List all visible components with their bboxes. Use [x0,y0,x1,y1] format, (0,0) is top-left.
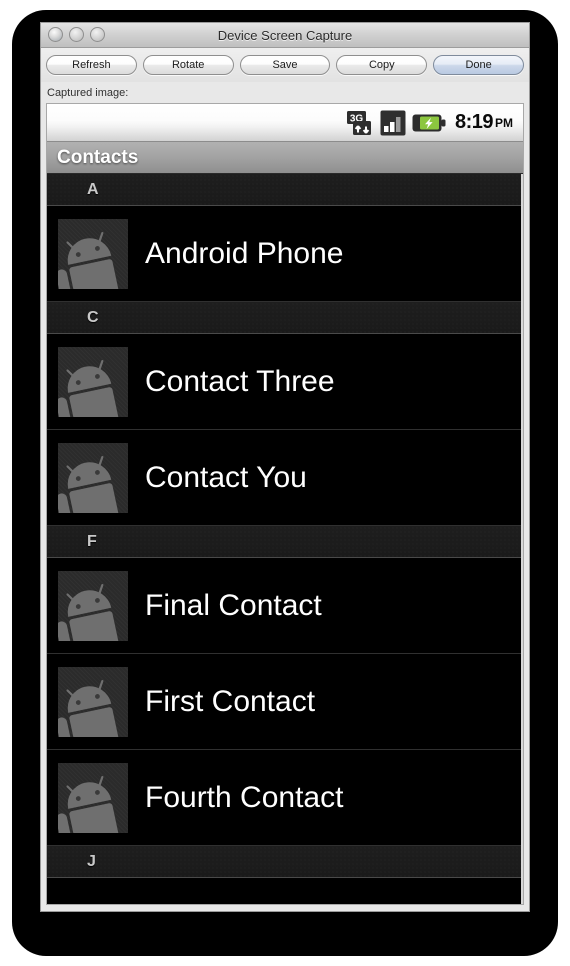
captured-device-screen: 3G 8:19 PM Contacts A Android Phone C Co… [46,103,524,905]
refresh-button[interactable]: Refresh [46,55,137,75]
contact-name: Contact You [145,460,307,494]
contact-row[interactable]: Final Contact [47,558,521,654]
contact-name: Android Phone [145,236,344,270]
contact-name: Contact Three [145,364,335,398]
zoom-button-icon[interactable] [90,27,105,42]
android-robot-avatar-icon [58,762,128,833]
contact-row[interactable]: Fourth Contact [47,750,521,846]
signal-bars-icon [380,110,406,135]
contact-name: Fourth Contact [145,780,344,814]
3g-data-icon: 3G [346,110,371,135]
section-letter: C [87,308,99,326]
section-letter: A [87,180,99,198]
android-robot-avatar-icon [58,570,128,641]
contact-row[interactable]: Contact You [47,430,521,526]
captured-image-label: Captured image: [47,86,129,99]
save-button[interactable]: Save [239,55,331,75]
section-header-c: C [47,302,521,334]
contact-name: Final Contact [145,588,322,622]
android-status-bar: 3G 8:19 PM [47,104,523,142]
contact-name: First Contact [145,684,316,718]
battery-charging-icon [412,114,446,131]
minimize-button-icon[interactable] [69,27,84,42]
status-bar-icons: 3G [346,110,446,136]
window-titlebar[interactable]: Device Screen Capture [41,23,529,48]
contact-row[interactable]: Contact Three [47,334,521,430]
done-button[interactable]: Done [433,55,524,75]
captured-image-label-row: Captured image: [41,82,529,103]
contacts-app-titlebar: Contacts [47,142,523,174]
contact-row[interactable]: Android Phone [47,206,521,302]
contacts-app-title: Contacts [57,146,139,168]
close-button-icon[interactable] [48,27,63,42]
section-letter: J [87,852,96,870]
rotate-button[interactable]: Rotate [142,55,234,75]
section-header-j: J [47,846,521,878]
device-screen-capture-window: Device Screen Capture Refresh Rotate Sav… [40,22,530,912]
contact-row[interactable]: First Contact [47,654,521,750]
section-header-a: A [47,174,521,206]
traffic-lights [48,27,105,42]
status-bar-ampm: PM [495,115,513,130]
android-robot-avatar-icon [58,346,128,417]
android-robot-avatar-icon [58,442,128,513]
contacts-list[interactable]: A Android Phone C Contact Three Contact Y… [47,174,523,904]
android-robot-avatar-icon [58,218,128,289]
copy-button[interactable]: Copy [336,55,428,75]
section-letter: F [87,532,97,550]
toolbar: Refresh Rotate Save Copy Done [41,48,529,82]
window-title: Device Screen Capture [217,27,353,43]
section-header-f: F [47,526,521,558]
android-robot-avatar-icon [58,666,128,737]
status-bar-time: 8:19 [454,111,494,133]
